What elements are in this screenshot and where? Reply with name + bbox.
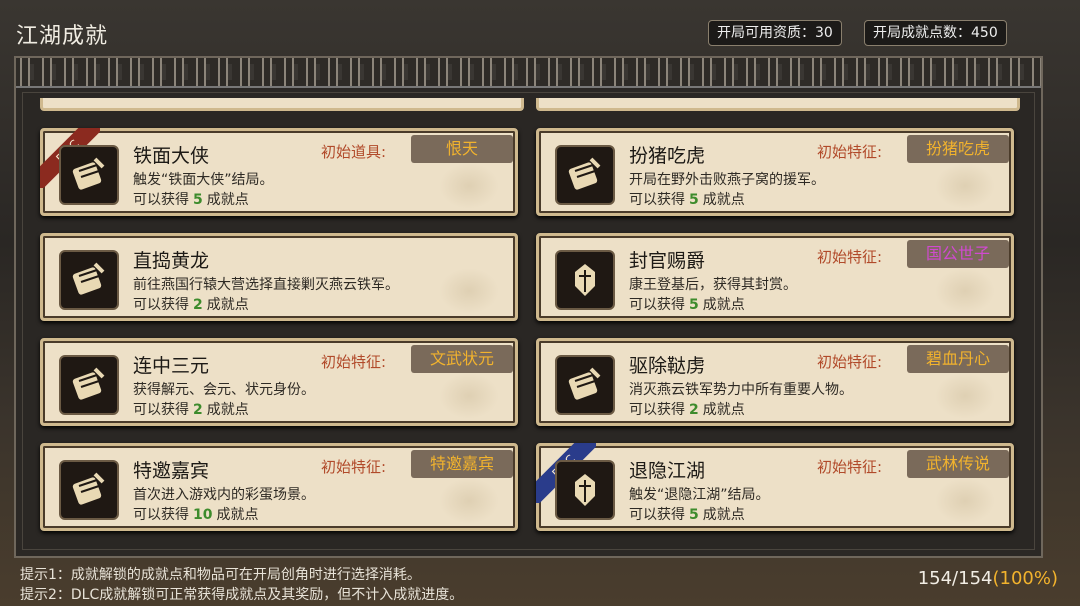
helmet-icon — [555, 250, 615, 310]
reward-label: 初始特征: — [321, 353, 387, 371]
scroll-icon — [59, 250, 119, 310]
helmet-icon — [555, 460, 615, 520]
achievement-points: 可以获得 2 成就点 — [133, 402, 249, 418]
achievement-name: 封官赐爵 — [629, 250, 706, 272]
reward-label: 初始特征: — [817, 248, 883, 266]
scroll-icon — [59, 355, 119, 415]
achievement-progress: 154/154(100%) — [918, 568, 1058, 589]
achievement-points: 可以获得 5 成就点 — [133, 192, 249, 208]
scroll-icon — [59, 145, 119, 205]
reward-badge: 恨天 — [411, 135, 513, 163]
achievement-points: 可以获得 2 成就点 — [133, 297, 249, 313]
hint-2: 提示2：DLC成就解锁可正常获得成就点及其奖励，但不计入成就进度。 — [20, 587, 464, 603]
achievement-name: 退隐江湖 — [629, 460, 706, 482]
achievement-card[interactable]: DLC 铁面大侠 触发“铁面大侠”结局。 可以获得5成就点 初始道具: 恨天 — [40, 128, 518, 216]
achievement-points: 可以获得 5 成就点 — [629, 297, 745, 313]
achievement-card[interactable]: 直捣黄龙 前往燕国行辕大营选择直接剿灭燕云铁军。 可以获得 2 成就点 — [40, 233, 518, 321]
achievement-points: 可以获得 2 成就点 — [629, 402, 745, 418]
reward-badge: 碧血丹心 — [907, 345, 1009, 373]
reward-label: 初始特征: — [817, 458, 883, 476]
achievement-name: 扮猪吃虎 — [629, 145, 706, 167]
scroll-icon — [59, 460, 119, 520]
card-stub-right — [536, 98, 1020, 111]
achievement-card[interactable]: DLC 退隐江湖 触发“退隐江湖”结局。 可以获得5成就点 初始特征: 武林传说 — [536, 443, 1014, 531]
achievement-card[interactable]: 特邀嘉宾 首次进入游戏内的彩蛋场景。 可以获得 10 成就点 初始特征: 特邀嘉宾 — [40, 443, 518, 531]
reward-badge: 国公世子 — [907, 240, 1009, 268]
achievement-desc: 前往燕国行辕大营选择直接剿灭燕云铁军。 — [133, 277, 399, 293]
achievement-card[interactable]: 连中三元 获得解元、会元、状元身份。 可以获得 2 成就点 初始特征: 文武状元 — [40, 338, 518, 426]
reward-label: 初始特征: — [817, 353, 883, 371]
achievement-points: 可以获得 5 成就点 — [629, 192, 745, 208]
achievement-desc: 获得解元、会元、状元身份。 — [133, 382, 315, 398]
achievement-card[interactable]: 驱除鞑虏 消灭燕云铁军势力中所有重要人物。 可以获得 2 成就点 初始特征: 碧血丹… — [536, 338, 1014, 426]
achievement-desc: 触发“铁面大侠”结局。 — [133, 172, 274, 188]
starting-aptitude-stat: 开局可用资质：30 — [708, 20, 842, 46]
page-title: 江湖成就 — [16, 24, 109, 49]
achievement-desc: 触发“退隐江湖”结局。 — [629, 487, 770, 503]
starting-achievement-points-stat: 开局成就点数：450 — [864, 20, 1007, 46]
achievement-desc: 开局在野外击败燕子窝的援军。 — [629, 172, 825, 188]
progress-count: 154/154 — [917, 568, 993, 589]
achievement-card[interactable]: 封官赐爵 康王登基后，获得其封赏。 可以获得 5 成就点 初始特征: 国公世子 — [536, 233, 1014, 321]
scroll-icon — [555, 355, 615, 415]
reward-badge: 文武状元 — [411, 345, 513, 373]
reward-badge: 特邀嘉宾 — [411, 450, 513, 478]
achievement-name: 特邀嘉宾 — [133, 460, 210, 482]
achievement-card[interactable]: 扮猪吃虎 开局在野外击败燕子窝的援军。 可以获得 5 成就点 初始特征: 扮猪吃虎 — [536, 128, 1014, 216]
hint-1: 提示1：成就解锁的成就点和物品可在开局创角时进行选择消耗。 — [20, 567, 421, 583]
progress-percent: (100%) — [992, 568, 1058, 589]
achievement-desc: 消灭燕云铁军势力中所有重要人物。 — [629, 382, 853, 398]
card-stub-left — [40, 98, 524, 111]
achievement-desc: 首次进入游戏内的彩蛋场景。 — [133, 487, 315, 503]
achievement-name: 连中三元 — [133, 355, 210, 377]
scroll-icon — [555, 145, 615, 205]
reward-label: 初始道具: — [321, 143, 387, 161]
achievement-desc: 康王登基后，获得其封赏。 — [629, 277, 797, 293]
achievement-name: 驱除鞑虏 — [629, 355, 706, 377]
reward-label: 初始特征: — [321, 458, 387, 476]
reward-badge: 扮猪吃虎 — [907, 135, 1009, 163]
achievement-points: 可以获得 5 成就点 — [629, 507, 745, 523]
fret-border — [16, 58, 1041, 88]
reward-label: 初始特征: — [817, 143, 883, 161]
achievement-name: 直捣黄龙 — [133, 250, 210, 272]
achievement-name: 铁面大侠 — [133, 145, 210, 167]
achievement-points: 可以获得 10 成就点 — [133, 507, 259, 523]
reward-badge: 武林传说 — [907, 450, 1009, 478]
